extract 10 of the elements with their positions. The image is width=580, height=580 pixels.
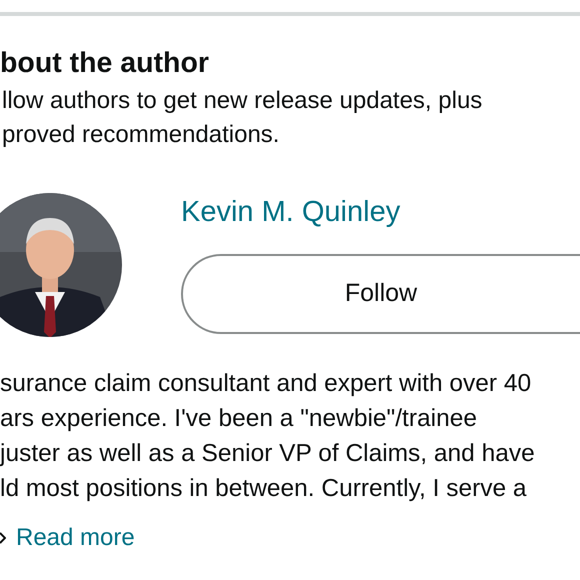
section-heading: bout the author	[0, 46, 209, 80]
read-more-link[interactable]: Read more	[16, 523, 135, 553]
intro-text-line: llow authors to get new release updates, plus	[1, 86, 482, 116]
author-name[interactable]: Kevin M. Quinley	[181, 194, 400, 230]
chevron-icon	[0, 532, 6, 544]
bio-text-line: ars experience. I've been a "newbie"/trainee	[0, 404, 477, 434]
bio-text-line: ld most positions in between. Currently, I serve a	[0, 474, 527, 504]
bio-text-line: surance claim consultant and expert with over 40	[0, 369, 532, 399]
follow-button[interactable]: Follow	[181, 254, 580, 334]
intro-text-line: proved recommendations.	[1, 120, 280, 150]
